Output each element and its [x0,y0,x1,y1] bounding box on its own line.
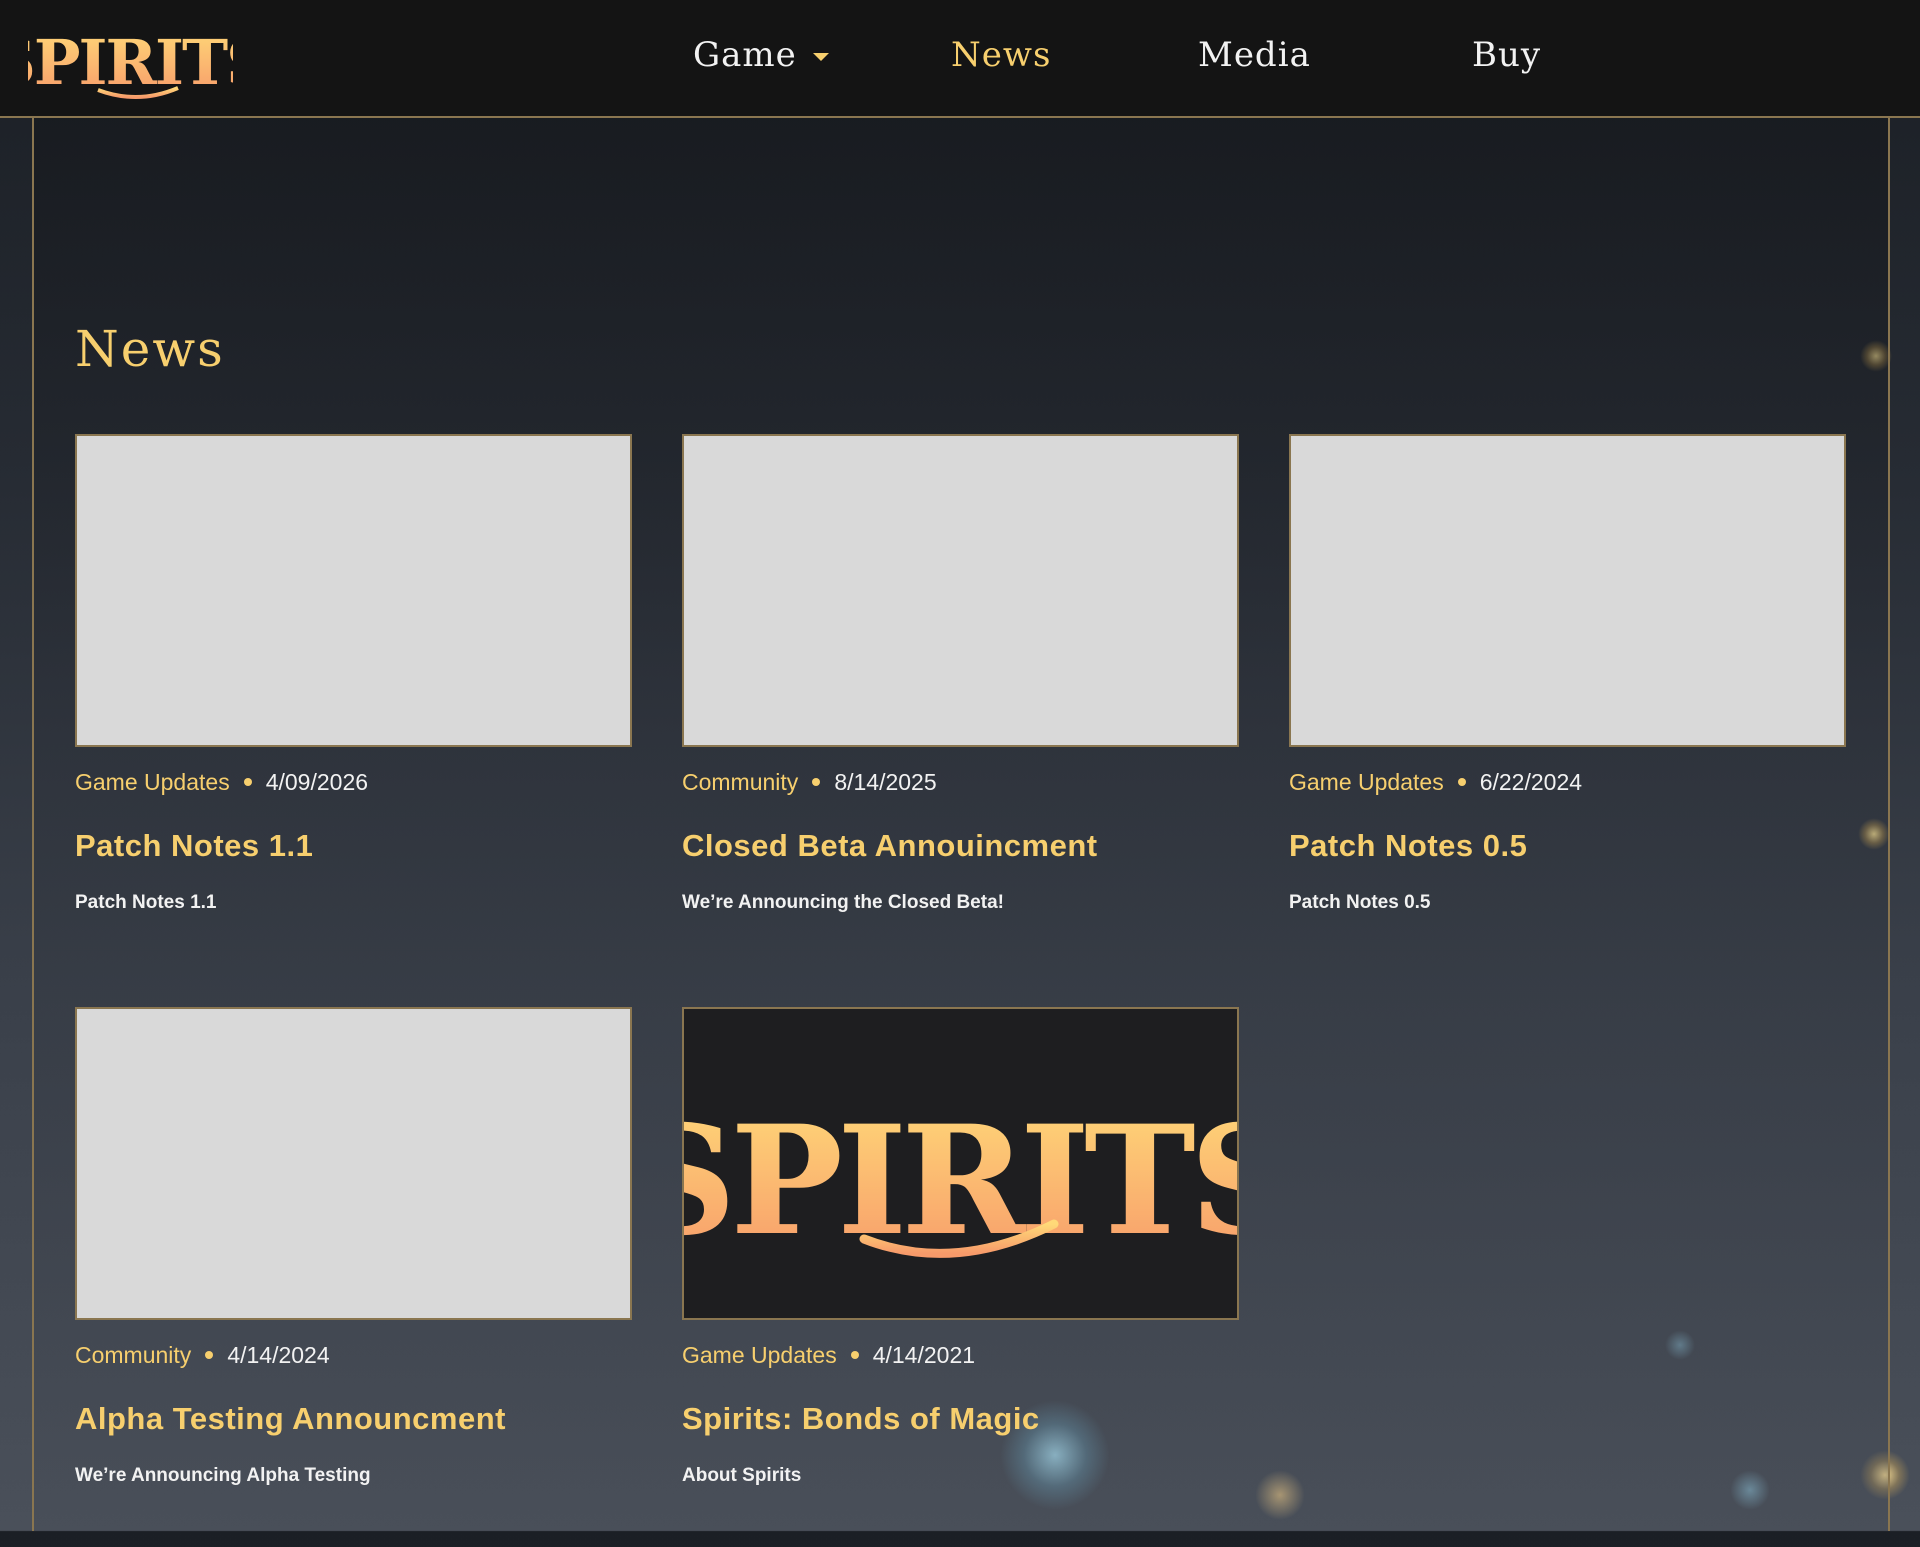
news-card[interactable]: Game Updates 6/22/2024 Patch Notes 0.5 Pa… [1289,434,1846,974]
news-card-date: 4/14/2024 [227,1342,330,1368]
separator-dot-icon [850,1350,859,1359]
nav-media-label: Media [1198,35,1311,75]
news-card[interactable]: Community 4/14/2024 Alpha Testing Announc… [75,1007,632,1547]
news-card-date: 6/22/2024 [1479,769,1583,795]
news-card-image[interactable] [75,1007,632,1320]
spirits-logo-graphic: SPIRITS [0,26,271,99]
news-card-description: About Spirits [682,1465,802,1486]
news-card-category[interactable]: Game Updates [682,1342,837,1368]
svg-text:SPIRITS: SPIRITS [684,1093,1237,1269]
chevron-down-icon [812,53,829,61]
news-card-title[interactable]: Closed Beta Annouincment [682,828,1098,864]
news-card-image[interactable] [682,434,1239,747]
news-card-image[interactable] [75,434,632,747]
news-card-meta: Game Updates 6/22/2024 [1289,767,1582,797]
page-title: News [75,320,225,378]
news-card-meta: Community 4/14/2024 [75,1340,330,1370]
news-card-category[interactable]: Community [75,1342,191,1368]
nav-news[interactable]: News [951,30,1051,80]
news-card-description: Patch Notes 1.1 [75,892,217,913]
news-card-meta: Community 8/14/2025 [682,767,937,797]
spirits-logo-image: SPIRITS [628,1093,1298,1269]
nav-game[interactable]: Game [693,30,829,80]
news-card-meta: Game Updates 4/14/2021 [682,1340,975,1370]
spirits-logo[interactable]: SPIRITS [0,10,271,105]
separator-dot-icon [243,777,252,786]
news-card-description: We’re Announcing Alpha Testing [75,1465,371,1486]
news-card-title[interactable]: Spirits: Bonds of Magic [682,1401,1040,1437]
news-card-title[interactable]: Patch Notes 0.5 [1289,828,1527,864]
nav-media[interactable]: Media [1198,30,1311,80]
news-card-date: 4/09/2026 [265,769,369,795]
news-card-meta: Game Updates 4/09/2026 [75,767,368,797]
top-navigation-bar: SPIRITS Game News Media Buy [0,0,1920,118]
news-card[interactable]: SPIRITS Game Updates 4/14/2021 Spirits: B… [628,1007,1298,1547]
separator-dot-icon [205,1350,214,1359]
nav-news-label: News [951,35,1052,75]
news-card-image[interactable]: SPIRITS [628,1007,1298,1320]
svg-text:SPIRITS: SPIRITS [28,26,233,99]
separator-dot-icon [812,777,821,786]
news-card-category[interactable]: Community [682,769,798,795]
news-card-description: Patch Notes 0.5 [1289,892,1431,913]
nav-buy[interactable]: Buy [1472,30,1541,80]
nav-game-label: Game [693,35,797,75]
separator-dot-icon [1457,777,1466,786]
news-card[interactable]: Game Updates 4/09/2026 Patch Notes 1.1 Pa… [75,434,632,974]
news-card[interactable]: Community 8/14/2025 Closed Beta Annouincm… [682,434,1239,974]
nav-buy-label: Buy [1472,35,1542,75]
news-card-title[interactable]: Alpha Testing Announcment [75,1401,506,1437]
news-card-image[interactable] [1289,434,1846,747]
news-card-category[interactable]: Game Updates [75,769,230,795]
news-card-description: We’re Announcing the Closed Beta! [682,892,1004,913]
news-card-date: 4/14/2021 [872,1342,976,1368]
news-card-date: 8/14/2025 [834,769,937,795]
news-card-title[interactable]: Patch Notes 1.1 [75,828,313,864]
news-card-category[interactable]: Game Updates [1289,769,1444,795]
